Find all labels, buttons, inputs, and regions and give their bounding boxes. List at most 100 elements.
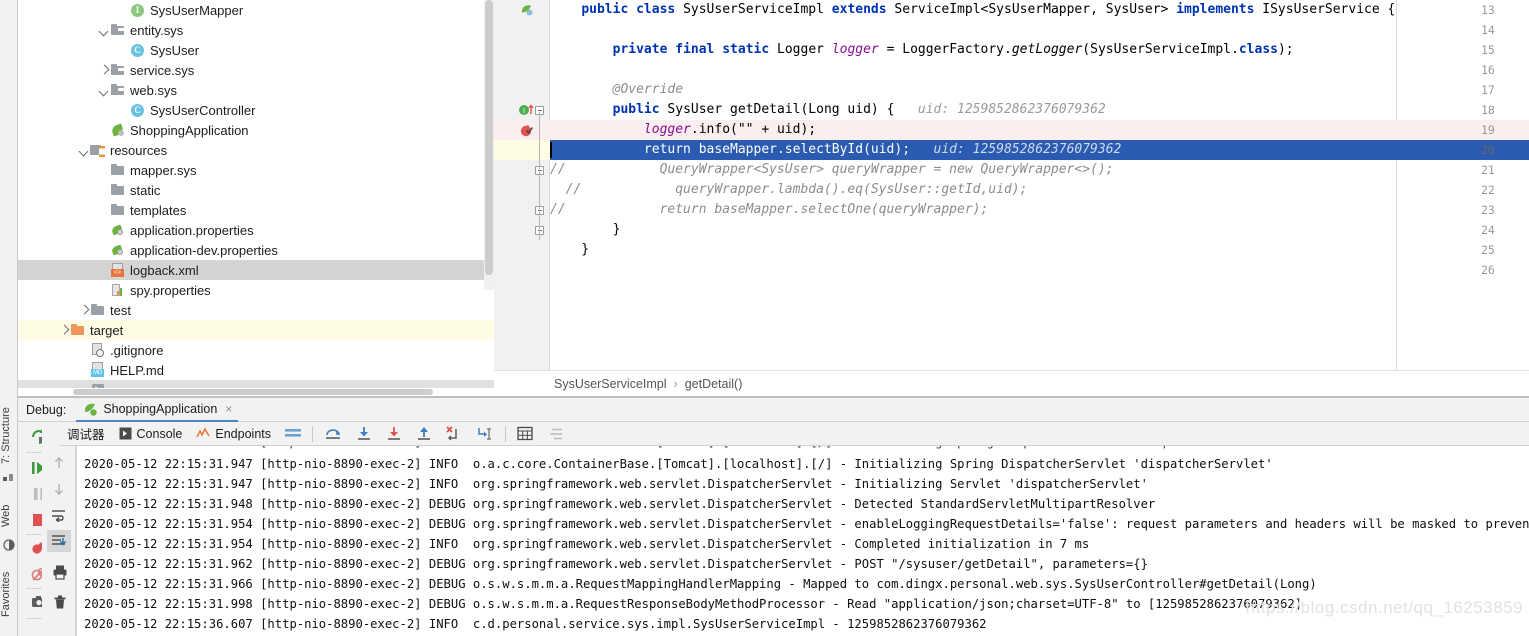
clear-all-trash-icon[interactable] [52,594,68,615]
code-editor[interactable]: 13 public class SysUserServiceImpl exten… [494,0,1529,370]
drop-frame-icon[interactable] [439,422,469,446]
left-tool-window-strip: 7: Structure Web Favorites [0,0,18,636]
debug-tab-bar: Debug: ShoppingApplication × [18,398,1529,422]
code-token: Logger [777,42,832,57]
tree-item-entity-sys[interactable]: entity.sys [18,20,494,40]
spring-boot-icon [82,401,98,417]
breadcrumb-method[interactable]: getDetail() [685,377,743,391]
editor-gutter[interactable] [494,0,550,370]
code-token: public [581,2,636,17]
tree-item-web-sys[interactable]: web.sys [18,80,494,100]
code-line[interactable]: // QueryWrapper<SysUser> queryWrapper = … [550,160,1114,180]
tree-item--gitignore[interactable]: .gitignore [18,340,494,360]
chevron-down-icon[interactable] [98,84,110,96]
code-line[interactable]: return baseMapper.selectById(uid); uid: … [550,140,1121,160]
tree-item-service-sys[interactable]: service.sys [18,60,494,80]
code-token [550,82,613,97]
code-line[interactable]: // queryWrapper.lambda().eq(SysUser::get… [550,180,1027,200]
svg-text:I: I [523,107,525,115]
code-token: class [1239,42,1278,57]
scroll-to-end-icon[interactable] [51,534,67,553]
tree-item-spy-properties[interactable]: spy.properties [18,280,494,300]
tree-arrow-spacer [98,164,110,176]
code-line[interactable]: private final static Logger logger = Log… [550,40,1294,60]
tree-item-templates[interactable]: templates [18,200,494,220]
console-line: 2020-05-12 22:15:31.954 [http-nio-8890-e… [84,534,1089,554]
tree-item-sysuser[interactable]: CSysUser [18,40,494,60]
console-icon [119,427,132,440]
tree-vertical-scroll-thumb[interactable] [485,0,493,275]
debugger-tab[interactable]: 调试器 [60,422,112,446]
tree-item-static[interactable]: static [18,180,494,200]
scroll-up-icon[interactable] [52,456,66,475]
tree-item-label: resources [109,143,167,158]
sort-values-icon[interactable] [540,422,570,446]
layout-settings-icon[interactable] [278,422,308,446]
chevron-right-icon[interactable] [58,324,70,336]
code-token: public [613,102,668,117]
tree-horizontal-scroll-thumb[interactable] [73,389,433,395]
tree-item-logback-xml[interactable]: logback.xml [18,260,494,280]
tree-item-resources[interactable]: resources [18,140,494,160]
tree-item-sysusercontroller[interactable]: CSysUserController [18,100,494,120]
debug-toolbar: 调试器 Console Endpoints [60,422,1529,446]
code-token: } [550,242,589,257]
target-folder-icon [70,322,86,338]
step-into-icon[interactable] [349,422,379,446]
spring-bean-gutter-icon[interactable] [520,3,534,22]
breadcrumb[interactable]: SysUserServiceImpl › getDetail() [494,370,1529,396]
endpoints-tab-label: Endpoints [215,427,271,441]
interface-icon: I [130,2,146,18]
line-number: 19 [1473,120,1529,140]
tree-item-target[interactable]: target [18,320,494,340]
scroll-down-icon[interactable] [52,482,66,501]
step-out-icon[interactable] [409,422,439,446]
chevron-right-icon[interactable] [78,304,90,316]
tree-item-sysusermapper[interactable]: ISysUserMapper [18,0,494,20]
tree-item-mapper-sys[interactable]: mapper.sys [18,160,494,180]
chevron-down-icon[interactable] [98,24,110,36]
folder-icon [90,302,106,318]
resources-folder-icon [90,142,106,158]
evaluate-expression-icon[interactable] [510,422,540,446]
close-icon[interactable]: × [225,402,232,416]
breadcrumb-class[interactable]: SysUserServiceImpl [554,377,667,391]
tree-arrow-spacer [98,184,110,196]
sidebar-item-favorites[interactable]: Favorites [0,556,18,632]
endpoints-tab[interactable]: Endpoints [189,422,278,446]
soft-wrap-icon[interactable] [51,508,67,527]
tree-item-test[interactable]: test [18,300,494,320]
code-line[interactable]: } [550,220,620,240]
code-line[interactable]: @Override [550,80,683,100]
sidebar-item-web[interactable]: Web [0,494,18,538]
chevron-down-icon[interactable] [78,144,90,156]
tree-item-shoppingapplication[interactable]: ShoppingApplication [18,120,494,140]
tree-vertical-scrollbar[interactable] [484,0,494,290]
code-token: final [675,42,722,57]
code-line[interactable]: logger.info("" + uid); [550,120,816,140]
tree-item-application-dev-properties[interactable]: application-dev.properties [18,240,494,260]
folder-icon [110,182,126,198]
sidebar-item-structure[interactable]: 7: Structure [0,400,18,472]
project-tree-panel[interactable]: ISysUserMapperentity.sysCSysUserservice.… [18,0,494,396]
run-to-cursor-icon[interactable] [469,422,501,446]
code-line[interactable]: } [550,240,589,260]
code-line[interactable]: public SysUser getDetail(Long uid) { uid… [550,100,1106,120]
code-line[interactable]: // return baseMapper.selectOne(queryWrap… [550,200,988,220]
console-tab[interactable]: Console [112,422,190,446]
console-output[interactable]: 2020-05-12 22:15:31.947 [http-nio-8890-e… [76,446,1529,636]
chevron-right-icon[interactable] [98,64,110,76]
tree-horizontal-scrollbar[interactable] [18,388,494,396]
force-step-into-icon[interactable] [379,422,409,446]
code-line[interactable]: public class SysUserServiceImpl extends … [550,0,1395,20]
tree-item-help-md[interactable]: HELP.md [18,360,494,380]
print-icon[interactable] [52,564,68,585]
tree-item-application-properties[interactable]: application.properties [18,220,494,240]
step-over-icon[interactable] [317,422,349,446]
line-number: 21 [1473,160,1529,180]
line-number: 13 [1473,0,1529,20]
watermark: https://blog.csdn.net/qq_16253859 [1246,598,1523,618]
debug-tab-shoppingapplication[interactable]: ShoppingApplication × [76,398,238,422]
code-token: = LoggerFactory. [879,42,1012,57]
tree-arrow-spacer [78,364,90,376]
